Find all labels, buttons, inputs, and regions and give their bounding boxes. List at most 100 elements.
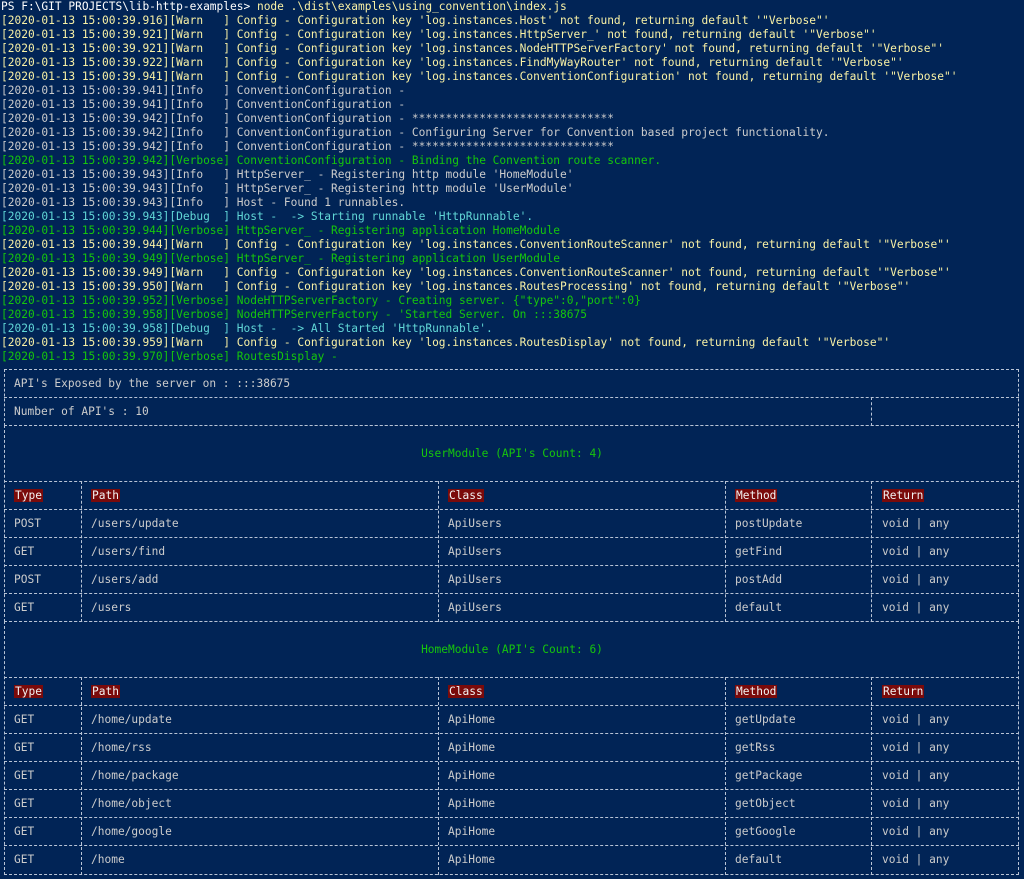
log-line: [2020-01-13 15:00:39.942][Info ] Convent… — [1, 140, 614, 153]
divider — [4, 593, 1019, 594]
route-return: void | any — [882, 601, 950, 614]
divider — [871, 481, 872, 622]
route-path: /home — [91, 853, 125, 866]
log-line: [2020-01-13 15:00:39.943][Info ] HttpSer… — [1, 168, 574, 181]
home-module-title: HomeModule (API's Count: 6) — [421, 643, 603, 656]
route-class: ApiHome — [448, 853, 496, 866]
log-line: [2020-01-13 15:00:39.942][Info ] Convent… — [1, 126, 830, 139]
log-line: [2020-01-13 15:00:39.941][Warn ] Config … — [1, 70, 958, 83]
route-path: /users/find — [91, 545, 166, 558]
header-type-label: Type — [14, 489, 43, 502]
route-method: getGoogle — [735, 825, 796, 838]
divider — [4, 789, 1019, 790]
divider — [4, 677, 1019, 678]
log-line: [2020-01-13 15:00:39.942][Info ] Convent… — [1, 112, 614, 125]
divider — [4, 509, 1019, 510]
log-line: [2020-01-13 15:00:39.970][Verbose] Route… — [1, 350, 338, 363]
header-method: Method — [735, 685, 778, 699]
divider — [438, 481, 439, 622]
route-return: void | any — [882, 517, 950, 530]
header-return: Return — [882, 489, 925, 503]
route-type: GET — [14, 741, 35, 754]
route-class: ApiUsers — [448, 601, 502, 614]
route-return: void | any — [882, 713, 950, 726]
route-type: POST — [14, 573, 41, 586]
header-type: Type — [14, 685, 43, 699]
header-type-label: Type — [14, 685, 43, 698]
route-method: default — [735, 601, 783, 614]
header-type: Type — [14, 489, 43, 503]
route-class: ApiUsers — [448, 545, 502, 558]
route-method: default — [735, 853, 783, 866]
route-return: void | any — [882, 573, 950, 586]
route-method: getPackage — [735, 769, 803, 782]
route-method: getRss — [735, 741, 776, 754]
route-path: /home/google — [91, 825, 172, 838]
divider — [4, 845, 1019, 846]
log-line: [2020-01-13 15:00:39.921][Warn ] Config … — [1, 28, 877, 41]
header-path-label: Path — [91, 685, 120, 698]
divider — [725, 481, 726, 622]
route-path: /home/package — [91, 769, 179, 782]
route-path: /home/object — [91, 797, 172, 810]
divider — [81, 481, 82, 622]
log-line: [2020-01-13 15:00:39.949][Warn ] Config … — [1, 266, 951, 279]
divider — [4, 817, 1019, 818]
route-path: /home/rss — [91, 741, 152, 754]
api-count-label: Number of API's : 10 — [14, 405, 149, 418]
header-method-label: Method — [735, 489, 778, 502]
route-class: ApiUsers — [448, 573, 502, 586]
route-return: void | any — [882, 769, 950, 782]
route-return: void | any — [882, 853, 950, 866]
header-return-label: Return — [882, 489, 925, 502]
header-path-label: Path — [91, 489, 120, 502]
route-method: postAdd — [735, 573, 783, 586]
route-type: GET — [14, 853, 35, 866]
log-line: [2020-01-13 15:00:39.941][Info ] Convent… — [1, 98, 406, 111]
route-class: ApiHome — [448, 741, 496, 754]
route-type: GET — [14, 797, 35, 810]
divider — [4, 565, 1019, 566]
log-line: [2020-01-13 15:00:39.958][Debug ] Host -… — [1, 322, 493, 335]
log-line: [2020-01-13 15:00:39.944][Warn ] Config … — [1, 238, 951, 251]
divider — [4, 397, 1019, 398]
route-type: GET — [14, 825, 35, 838]
log-line: [2020-01-13 15:00:39.950][Warn ] Config … — [1, 280, 911, 293]
divider — [4, 705, 1019, 706]
log-line: [2020-01-13 15:00:39.943][Info ] Host - … — [1, 196, 406, 209]
route-method: getFind — [735, 545, 783, 558]
header-method: Method — [735, 489, 778, 503]
route-class: ApiUsers — [448, 517, 502, 530]
route-return: void | any — [882, 797, 950, 810]
log-line: [2020-01-13 15:00:39.959][Warn ] Config … — [1, 336, 891, 349]
log-line: [2020-01-13 15:00:39.941][Info ] Convent… — [1, 84, 406, 97]
route-method: postUpdate — [735, 517, 803, 530]
log-line: [2020-01-13 15:00:39.958][Verbose] NodeH… — [1, 308, 587, 321]
header-path: Path — [91, 489, 120, 503]
header-return: Return — [882, 685, 925, 699]
log-line: [2020-01-13 15:00:39.943][Debug ] Host -… — [1, 210, 534, 223]
divider — [871, 397, 872, 426]
route-path: /home/update — [91, 713, 172, 726]
header-class: Class — [448, 685, 484, 699]
log-line: [2020-01-13 15:00:39.942][Verbose] Conve… — [1, 154, 662, 167]
log-line: [2020-01-13 15:00:39.943][Info ] HttpSer… — [1, 182, 574, 195]
route-path: /users/update — [91, 517, 179, 530]
log-line: [2020-01-13 15:00:39.921][Warn ] Config … — [1, 42, 944, 55]
divider — [725, 677, 726, 875]
divider — [438, 677, 439, 875]
header-method-label: Method — [735, 685, 778, 698]
route-type: POST — [14, 517, 41, 530]
header-class: Class — [448, 489, 484, 503]
user-module-title: UserModule (API's Count: 4) — [421, 447, 603, 460]
route-type: GET — [14, 713, 35, 726]
route-method: getUpdate — [735, 713, 796, 726]
header-path: Path — [91, 685, 120, 699]
route-return: void | any — [882, 825, 950, 838]
divider — [81, 677, 82, 875]
log-line: [2020-01-13 15:00:39.916][Warn ] Config … — [1, 14, 830, 27]
header-return-label: Return — [882, 685, 925, 698]
header-class-label: Class — [448, 489, 484, 502]
route-method: getObject — [735, 797, 796, 810]
prompt-command: node .\dist\examples\using_convention\in… — [256, 0, 567, 13]
